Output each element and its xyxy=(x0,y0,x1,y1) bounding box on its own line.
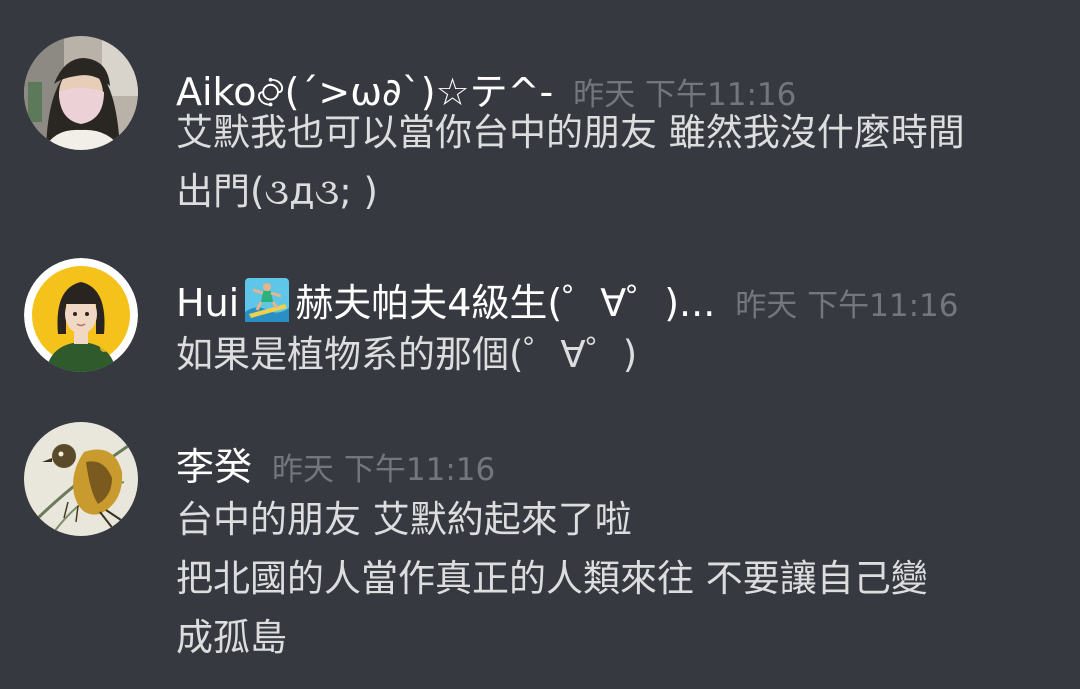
message-header: Hui 赫夫帕夫4級生(゜∀゜)... 昨天 下午11:16 xyxy=(176,272,958,327)
username[interactable]: 李癸 xyxy=(176,436,252,491)
message-line: 成孤島 xyxy=(176,616,287,659)
message-line: 出門(૩д૩; ) xyxy=(176,170,378,213)
message-line: 把北國的人當作真正的人類來往 不要讓自己變 xyxy=(176,557,928,600)
username-prefix: Hui xyxy=(176,281,240,325)
message-header: 李癸 昨天 下午11:16 xyxy=(176,436,495,491)
avatar[interactable] xyxy=(24,422,138,536)
timestamp: 昨天 下午11:16 xyxy=(735,288,959,324)
message-content: 艾默我也可以當你台中的朋友 雖然我沒什麼時間 出門(૩д૩; ) xyxy=(176,103,965,221)
username-suffix: 赫夫帕夫4級生(゜∀゜)... xyxy=(295,281,716,325)
message-line: 台中的朋友 艾默約起來了啦 xyxy=(176,498,632,541)
avatar-photo-woman-mask xyxy=(24,36,138,150)
message-content: 台中的朋友 艾默約起來了啦 把北國的人當作真正的人類來往 不要讓自己變 成孤島 xyxy=(176,490,928,667)
surfer-emoji-icon xyxy=(245,278,290,322)
message-line: 如果是植物系的那個(゜∀゜) xyxy=(176,333,638,376)
message-content: 如果是植物系的那個(゜∀゜) xyxy=(176,325,637,384)
message-line: 艾默我也可以當你台中的朋友 雖然我沒什麼時間 xyxy=(176,111,965,154)
avatar-illustration-bird xyxy=(24,422,138,536)
timestamp: 昨天 下午11:16 xyxy=(272,452,496,488)
avatar[interactable] xyxy=(24,258,138,372)
avatar-illustration-girl xyxy=(24,258,138,372)
avatar[interactable] xyxy=(24,36,138,150)
username[interactable]: Hui 赫夫帕夫4級生(゜∀゜)... xyxy=(176,272,715,327)
